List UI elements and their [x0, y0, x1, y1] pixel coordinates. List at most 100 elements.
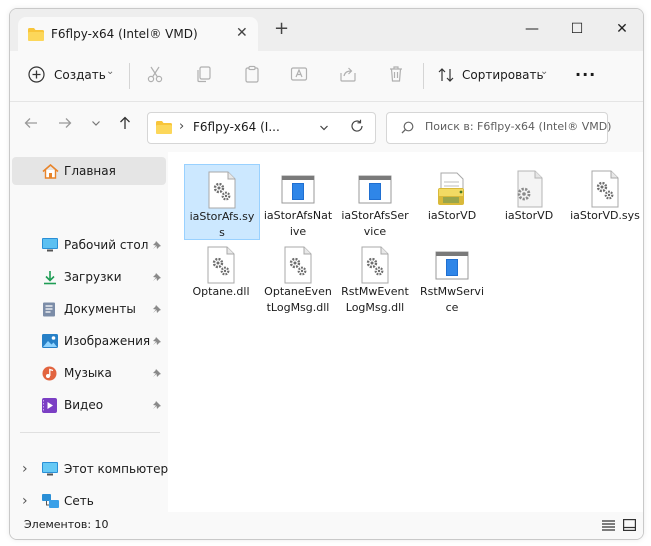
pin-icon[interactable]	[152, 295, 162, 314]
settings-file-icon	[588, 170, 622, 208]
file-item-iastorvd-cat[interactable]: iaStorVD	[492, 164, 566, 224]
sidebar-item-network[interactable]: › Сеть	[12, 487, 166, 515]
video-icon	[42, 398, 58, 413]
delete-icon[interactable]	[386, 64, 408, 86]
file-name: iaStorAfs.sys	[189, 210, 255, 239]
pin-icon[interactable]	[152, 391, 162, 410]
file-name: iaStorAfsService	[341, 209, 409, 238]
file-item-iastorvd-inf[interactable]: iaStorVD	[415, 164, 489, 224]
toolbar-divider	[129, 63, 130, 89]
create-label: Создать	[54, 68, 106, 82]
sidebar-item-home[interactable]: Главная	[12, 157, 166, 185]
refresh-icon[interactable]	[350, 119, 364, 133]
folder-icon	[156, 121, 172, 134]
sidebar-item-downloads[interactable]: Загрузки	[12, 263, 166, 291]
cut-icon[interactable]	[145, 64, 167, 86]
paste-icon[interactable]	[242, 64, 264, 86]
status-bar: Элементов: 10	[10, 512, 643, 539]
file-name: iaStorVD	[504, 209, 554, 222]
sidebar-item-label: Рабочий стол	[64, 238, 149, 252]
forward-arrow-icon[interactable]	[58, 116, 72, 130]
file-name: Optane.dll	[192, 285, 250, 298]
network-icon	[42, 494, 59, 508]
tab-close-icon[interactable]: ✕	[236, 25, 248, 41]
search-icon	[401, 121, 414, 134]
rename-icon[interactable]	[289, 64, 311, 86]
document-icon	[42, 302, 58, 317]
file-item-optane-dll[interactable]: Optane.dll	[184, 240, 258, 300]
breadcrumb-current[interactable]: F6flpy-x64 (I...	[193, 120, 280, 134]
up-arrow-icon[interactable]	[118, 116, 132, 130]
settings-file-icon	[281, 246, 315, 284]
expand-chevron-icon[interactable]: ›	[22, 487, 28, 515]
sidebar-item-label: Сеть	[64, 494, 94, 508]
pin-icon[interactable]	[152, 327, 162, 346]
search-input[interactable]: Поиск в: F6flpy-x64 (Intel® VMD)	[386, 112, 611, 144]
file-name: RstMwService	[419, 285, 484, 314]
command-bar: Создать ⌄ Сортировать ⌄ ···	[10, 51, 643, 102]
file-item-iastorafsservice[interactable]: iaStorAfsService	[338, 164, 412, 240]
recent-locations-chevron-icon[interactable]	[91, 118, 101, 128]
file-name: OptaneEventLogMsg.dll	[264, 285, 332, 314]
settings-file-icon	[358, 246, 392, 284]
sidebar-item-label: Этот компьютер	[64, 462, 169, 476]
sort-arrows-icon	[437, 66, 455, 84]
tab-title: F6flpy-x64 (Intel® VMD)	[51, 27, 198, 41]
maximize-button[interactable]: ☐	[557, 15, 597, 43]
sidebar-item-label: Загрузки	[64, 270, 122, 284]
details-view-icon[interactable]	[602, 520, 615, 531]
sidebar-item-label: Изображения	[64, 334, 151, 348]
address-row: › F6flpy-x64 (I... Поиск в: F6flpy-x64 (…	[10, 102, 643, 152]
sidebar-divider	[20, 432, 160, 433]
toolbar-divider	[423, 63, 424, 89]
file-item-iastorafsnative[interactable]: iaStorAfsNative	[261, 164, 335, 240]
file-item-optaneeventlogmsg-dll[interactable]: OptaneEventLogMsg.dll	[261, 240, 335, 316]
sort-button[interactable]: Сортировать ⌄	[436, 62, 554, 88]
large-icons-view-icon[interactable]	[623, 519, 636, 531]
sidebar-item-videos[interactable]: Видео	[12, 391, 166, 419]
sidebar-item-music[interactable]: Музыка	[12, 359, 166, 387]
explorer-window: F6flpy-x64 (Intel® VMD) ✕ + — ☐ ✕ Создат…	[9, 8, 644, 540]
sidebar-item-pictures[interactable]: Изображения	[12, 327, 166, 355]
desktop-icon	[42, 238, 58, 252]
file-name: RstMwEventLogMsg.dll	[341, 285, 409, 314]
create-button[interactable]: Создать ⌄	[26, 62, 116, 88]
picture-icon	[42, 334, 58, 348]
app-window-icon	[358, 170, 392, 208]
tab-current-folder[interactable]: F6flpy-x64 (Intel® VMD) ✕	[18, 17, 258, 51]
close-window-button[interactable]: ✕	[602, 15, 642, 43]
breadcrumb-separator: ›	[179, 119, 185, 134]
sort-label: Сортировать	[462, 68, 544, 82]
music-icon	[42, 366, 58, 381]
pin-icon[interactable]	[152, 263, 162, 282]
pin-icon[interactable]	[152, 359, 162, 378]
sidebar-item-desktop[interactable]: Рабочий стол	[12, 231, 166, 259]
sidebar-item-this-pc[interactable]: › Этот компьютер	[12, 455, 169, 483]
file-item-rstmwservice[interactable]: RstMwService	[415, 240, 489, 316]
navigation-pane: Главная Рабочий стол Загрузки Документы …	[10, 152, 168, 512]
file-item-iastorafs-sys[interactable]: iaStorAfs.sys	[184, 164, 260, 240]
share-icon[interactable]	[338, 64, 360, 86]
plus-circle-icon	[28, 66, 45, 83]
address-bar[interactable]: › F6flpy-x64 (I...	[147, 112, 376, 144]
sidebar-item-documents[interactable]: Документы	[12, 295, 166, 323]
pin-icon[interactable]	[152, 231, 162, 250]
expand-chevron-icon[interactable]: ›	[22, 455, 28, 483]
settings-file-icon	[204, 246, 238, 284]
title-bar: F6flpy-x64 (Intel® VMD) ✕ + — ☐ ✕	[10, 9, 643, 51]
new-tab-button[interactable]: +	[274, 20, 289, 38]
setup-info-icon	[435, 170, 469, 208]
more-options-button[interactable]: ···	[575, 62, 596, 88]
file-item-iastorvd-sys[interactable]: iaStorVD.sys	[568, 164, 642, 224]
minimize-button[interactable]: —	[512, 15, 552, 43]
address-dropdown-icon[interactable]	[319, 123, 329, 133]
file-item-rstmweventlogmsg-dll[interactable]: RstMwEventLogMsg.dll	[338, 240, 412, 316]
copy-icon[interactable]	[194, 64, 216, 86]
chevron-down-icon: ⌄	[540, 66, 549, 77]
settings-file-icon	[205, 171, 239, 209]
file-name: iaStorAfsNative	[263, 209, 333, 238]
download-icon	[42, 270, 58, 285]
app-window-icon	[435, 246, 469, 284]
app-window-icon	[281, 170, 315, 208]
back-arrow-icon[interactable]	[24, 116, 38, 130]
